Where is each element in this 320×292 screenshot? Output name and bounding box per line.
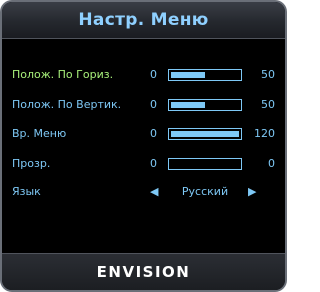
- osd-menu-window: Настр. Меню Полож. По Гориз. 0 50 Полож.…: [0, 0, 287, 292]
- menu-item-label: Полож. По Вертик.: [12, 98, 122, 111]
- brand-logo: ENVISION: [96, 263, 191, 281]
- v-position-slider[interactable]: [168, 99, 242, 111]
- slider-fill: [171, 72, 205, 78]
- menu-item-h-position[interactable]: Полож. По Гориз. 0 50: [2, 65, 285, 85]
- slider-min-value: 0: [150, 68, 157, 81]
- menu-item-label: Вр. Меню: [12, 127, 67, 140]
- language-value: Русский: [181, 185, 229, 198]
- menu-time-slider[interactable]: [168, 128, 242, 140]
- menu-area: Полож. По Гориз. 0 50 Полож. По Вертик. …: [2, 39, 285, 256]
- slider-fill: [171, 131, 239, 137]
- slider-value: 50: [261, 98, 275, 111]
- menu-item-label: Язык: [12, 185, 41, 198]
- slider-fill: [171, 102, 205, 108]
- slider-min-value: 0: [150, 157, 157, 170]
- slider-value: 120: [254, 127, 275, 140]
- transparency-slider[interactable]: [168, 158, 242, 170]
- menu-item-label: Полож. По Гориз.: [12, 68, 114, 81]
- menu-item-v-position[interactable]: Полож. По Вертик. 0 50: [2, 95, 285, 115]
- slider-min-value: 0: [150, 127, 157, 140]
- menu-item-transparency[interactable]: Прозр. 0 0: [2, 154, 285, 174]
- h-position-slider[interactable]: [168, 69, 242, 81]
- slider-value: 50: [261, 68, 275, 81]
- slider-min-value: 0: [150, 98, 157, 111]
- footer-bar: ENVISION: [2, 253, 285, 290]
- title-bar: Настр. Меню: [2, 2, 285, 39]
- arrow-left-icon[interactable]: ◀: [150, 182, 158, 202]
- arrow-right-icon[interactable]: ▶: [248, 182, 256, 202]
- menu-item-language[interactable]: Язык ◀ Русский ▶: [2, 182, 285, 202]
- slider-value: 0: [268, 157, 275, 170]
- menu-item-label: Прозр.: [12, 157, 51, 170]
- menu-item-menu-time[interactable]: Вр. Меню 0 120: [2, 124, 285, 144]
- menu-title: Настр. Меню: [78, 10, 209, 30]
